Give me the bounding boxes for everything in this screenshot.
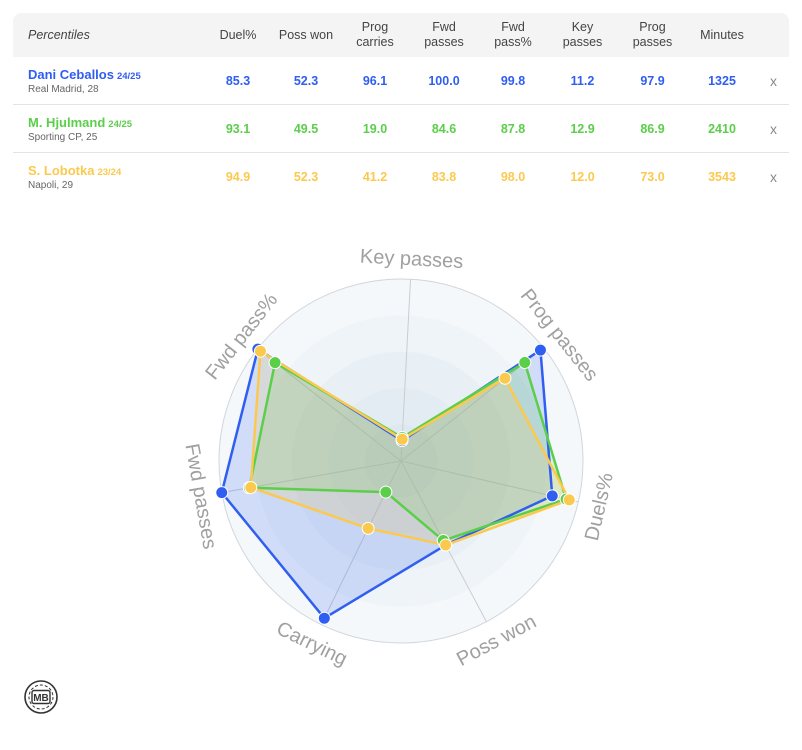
player-club: Napoli, 29 [28,179,74,191]
column-header: Prog carries [342,13,408,57]
percentiles-table-container: Percentiles Duel% Poss won Prog carries Fwd p… [13,13,789,200]
mb-logo-icon: MB [24,680,58,714]
stat-cell: 49.5 [270,104,342,153]
column-header-line: carries [356,35,394,49]
radar-point [439,538,453,552]
stat-cell: 73.0 [640,169,665,184]
remove-player-button[interactable]: x [758,57,789,105]
column-header: Poss won [270,13,342,57]
table-row: S. Lobotka 23/24 Napoli, 29 94.9 52.3 41.2 83.… [13,153,789,201]
stat-cell: 93.1 [206,104,270,153]
remove-player-button[interactable]: x [758,104,789,153]
radar-point [533,343,547,357]
remove-player-button[interactable]: x [758,153,789,201]
player-club: Sporting CP, 25 [28,131,98,143]
percentiles-table: Percentiles Duel% Poss won Prog carries Fwd p… [13,13,789,200]
radar-point [395,432,409,446]
column-header: Key passes [546,13,619,57]
column-header-line: pass% [494,35,532,49]
player-season: 24/25 [116,70,141,82]
radar-point [253,344,267,358]
player-name[interactable]: M. Hjulmand [28,115,105,130]
radar-point [244,480,258,494]
stat-cell: 100.0 [408,57,480,105]
stat-cell: 12.9 [546,104,619,153]
stat-cell: 96.1 [342,57,408,105]
player-club: Real Madrid, 28 [28,83,99,95]
stat-cell: 94.9 [225,169,251,184]
player-title: S. Lobotka 23/24 [28,163,206,178]
radar-point [545,489,559,503]
radar-point [268,356,282,370]
stat-cell: 97.9 [619,57,686,105]
stat-cell: 84.6 [408,104,480,153]
stat-cell: 2410 [686,104,758,153]
column-header: Fwd passes [408,13,480,57]
radar-axis-label: Key passes [359,246,463,273]
column-header-line: Fwd [501,20,525,34]
radar-chart: Key passesProg passesDuels%Poss wonCarry… [180,246,618,671]
radar-point [379,485,393,499]
player-cell: M. Hjulmand 24/25 Sporting CP, 25 [13,104,206,153]
stat-cell: 52.3 [270,57,342,105]
radar-point [498,371,512,385]
table-row: Dani Ceballos 24/25 Real Madrid, 28 85.3 52.… [13,57,789,105]
stat-cell: 83.8 [431,169,457,184]
column-header: Prog passes [619,13,686,57]
column-header-line: Minutes [700,27,744,42]
stat-cell: 98.0 [500,169,526,184]
stat-cell: 87.8 [480,104,546,153]
logo-text: MB [33,693,49,704]
player-season: 24/25 [108,118,133,130]
table-body: Dani Ceballos 24/25 Real Madrid, 28 85.3 52.… [13,57,789,200]
radar-axis-label: Duels% [581,471,618,543]
radar-point [215,486,229,500]
stat-cell: 3543 [708,169,736,184]
stat-cell: 11.2 [546,57,619,105]
radar-point [317,611,331,625]
column-header-line: Fwd [432,20,456,34]
player-season: 23/24 [97,166,122,178]
column-header: Duel% [206,13,270,57]
table-header-row: Percentiles Duel% Poss won Prog carries Fwd p… [13,13,789,57]
column-header-line: passes [562,35,603,49]
stat-cell: 52.3 [293,169,319,184]
column-header-line: Prog [361,20,389,34]
player-cell: Dani Ceballos 24/25 Real Madrid, 28 [13,57,206,105]
stat-cell: 85.3 [206,57,270,105]
column-header-line: passes [632,35,673,49]
table-row: M. Hjulmand 24/25 Sporting CP, 25 93.1 49.5 1… [13,104,789,153]
radar-point [361,521,375,535]
column-header-line: Key [571,20,594,34]
column-header-line: Duel% [219,27,257,42]
radar-point [562,493,576,507]
column-header: Fwd pass% [480,13,546,57]
column-header-line: passes [424,35,464,49]
stat-cell: 99.8 [480,57,546,105]
stat-cell: 1325 [686,57,758,105]
player-name[interactable]: S. Lobotka [28,163,94,178]
stat-cell: 41.2 [362,169,388,184]
stat-cell: 86.9 [619,104,686,153]
column-header-line: Prog [639,20,666,34]
stat-cell: 19.0 [342,104,408,153]
radar-point [518,356,532,370]
remove-column-header [758,13,789,57]
player-title: Dani Ceballos 24/25 [28,67,206,82]
player-name[interactable]: Dani Ceballos [28,67,114,82]
percentiles-header: Percentiles [28,27,90,42]
radar-axis-label: Fwd passes [180,442,220,551]
player-cell: S. Lobotka 23/24 Napoli, 29 [13,153,206,201]
stat-cell: 12.0 [570,169,595,184]
column-header: Minutes [686,13,758,57]
player-title: M. Hjulmand 24/25 [28,115,206,130]
column-header-line: Poss won [278,27,334,42]
